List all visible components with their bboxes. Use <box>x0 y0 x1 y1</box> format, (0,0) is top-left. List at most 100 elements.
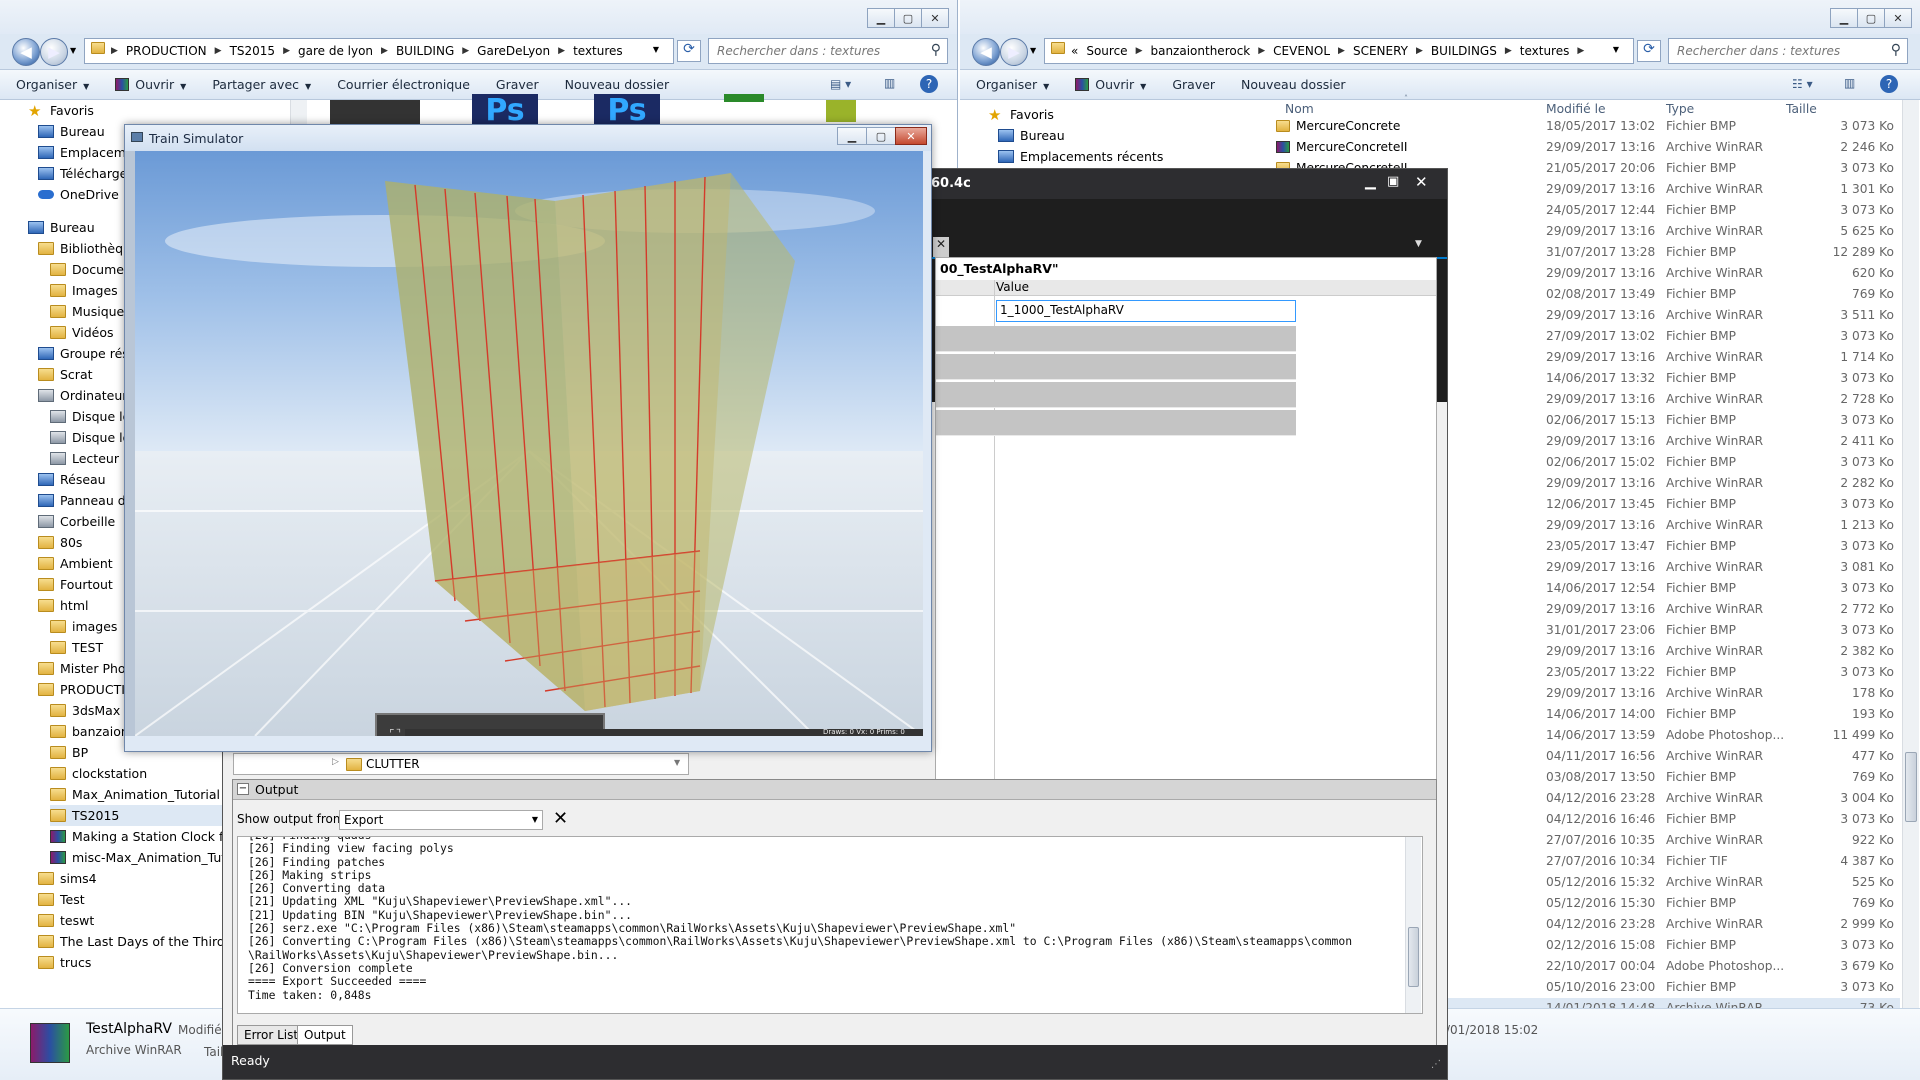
back-arrow-icon[interactable]: ◀ <box>972 38 1000 66</box>
tree-item[interactable]: sims4 <box>38 868 97 889</box>
column-header-name[interactable]: Nom <box>1285 102 1314 116</box>
tree-item[interactable]: images <box>50 616 117 637</box>
history-chevron-icon[interactable]: ▼ <box>70 46 76 55</box>
address-dropdown-icon[interactable]: ▼ <box>1613 45 1619 54</box>
tree-item[interactable]: OneDrive <box>38 184 119 205</box>
tree-item[interactable]: Bureau <box>38 121 105 142</box>
tree-item[interactable]: Scrat <box>38 364 93 385</box>
maximize-button[interactable]: ▢ <box>1857 8 1885 28</box>
column-header-modified[interactable]: Modifié le <box>1546 102 1606 116</box>
tree-item-desktop[interactable]: Bureau <box>998 125 1065 146</box>
property-row[interactable] <box>936 410 1296 436</box>
tree-item[interactable]: 3dsMax <box>50 700 120 721</box>
forward-arrow-icon[interactable]: ▶ <box>1000 38 1028 66</box>
close-button[interactable]: ✕ <box>921 8 949 28</box>
breadcrumb-separator-icon[interactable]: ▶ <box>558 46 565 56</box>
view-options-icon[interactable]: ▤ ▾ <box>830 77 851 91</box>
breadcrumb-separator-icon[interactable]: ▶ <box>1577 46 1584 56</box>
tree-item[interactable]: Max_Animation_Tutorial <box>50 784 220 805</box>
column-header-type[interactable]: Type <box>1666 102 1694 116</box>
file-row[interactable]: MercureConcrete 18/05/2017 13:02 Fichier B… <box>1276 116 1900 137</box>
file-row[interactable]: MercureConcreteII 29/09/2017 13:16 Archive… <box>1276 137 1900 158</box>
help-icon[interactable]: ? <box>920 75 938 93</box>
burn-button[interactable]: Graver <box>496 77 539 92</box>
clear-output-icon[interactable]: ✕ <box>553 808 568 829</box>
breadcrumb-item[interactable]: SCENERY <box>1353 44 1408 58</box>
tree-item[interactable]: Test <box>38 889 85 910</box>
scrollbar-thumb[interactable] <box>1905 752 1917 822</box>
preview-pane-icon[interactable]: ▥ <box>884 76 895 90</box>
photoshop-file-icon[interactable]: Ps <box>594 94 660 128</box>
tree-item[interactable]: clockstation <box>50 763 147 784</box>
property-row[interactable] <box>936 354 1296 380</box>
tree-item-recent[interactable]: Emplacements récents <box>998 146 1163 164</box>
organize-button[interactable]: Organiser ▼ <box>976 77 1049 92</box>
tree-item[interactable]: 80s <box>38 532 82 553</box>
maximize-button[interactable]: ▢ <box>866 127 896 145</box>
breadcrumb-separator-icon[interactable]: ▶ <box>1416 46 1423 56</box>
refresh-icon[interactable]: ⟳ <box>677 40 701 62</box>
scroll-down-icon[interactable]: ▼ <box>674 758 680 767</box>
breadcrumb-item[interactable]: PRODUCTION <box>126 44 207 58</box>
tree-item[interactable]: teswt <box>38 910 94 931</box>
tree-item[interactable]: Ambient <box>38 553 113 574</box>
breadcrumb-separator-icon[interactable]: ▶ <box>462 46 469 56</box>
column-header-size[interactable]: Taille <box>1786 102 1817 116</box>
3d-viewport[interactable]: ⛶ ↻ ⤢ ▣ ⌂ ✺ ◉ ⌗ ⚙ Draws: 0 Vx: 0 Prims: … <box>135 151 923 736</box>
back-arrow-icon[interactable]: ◀ <box>12 38 40 66</box>
left-search-input[interactable]: Rechercher dans : textures ⚲ <box>708 38 948 64</box>
tree-folder-clutter[interactable]: CLUTTER <box>366 757 420 771</box>
tab-error-list[interactable]: Error List <box>237 1025 306 1045</box>
property-row[interactable] <box>936 326 1296 352</box>
email-button[interactable]: Courrier électronique <box>337 77 470 92</box>
right-list-scrollbar[interactable] <box>1902 100 1919 1018</box>
tree-item[interactable]: TEST <box>50 637 103 658</box>
breadcrumb-item[interactable]: banzaiontherock <box>1150 44 1250 58</box>
preview-pane-icon[interactable]: ▥ <box>1844 76 1855 90</box>
tree-item[interactable]: Ordinateur <box>38 385 127 406</box>
tree-item[interactable]: Corbeille <box>38 511 115 532</box>
burn-button[interactable]: Graver <box>1172 77 1215 92</box>
minimize-button[interactable]: ▁ <box>1365 174 1376 190</box>
breadcrumb-item[interactable]: gare de lyon <box>298 44 373 58</box>
breadcrumb-separator-icon[interactable]: ▶ <box>1136 46 1143 56</box>
tab-output[interactable]: Output <box>297 1025 353 1045</box>
tree-item[interactable]: BP <box>50 742 88 763</box>
minimize-button[interactable]: ▁ <box>867 8 895 28</box>
close-button[interactable]: ✕ <box>1415 173 1428 191</box>
open-button[interactable]: Ouvrir ▼ <box>1075 77 1146 92</box>
expand-arrow-icon[interactable]: ▷ <box>332 757 339 767</box>
share-with-button[interactable]: Partager avec ▼ <box>212 77 311 92</box>
breadcrumb-item[interactable]: textures <box>1520 44 1570 58</box>
history-chevron-icon[interactable]: ▼ <box>1030 46 1036 55</box>
minimize-button[interactable]: ▁ <box>1830 8 1858 28</box>
breadcrumb-item[interactable]: BUILDING <box>396 44 454 58</box>
name-value-field[interactable]: 1_1000_TestAlphaRV <box>996 300 1296 322</box>
organize-button[interactable]: Organiser ▼ <box>16 77 89 92</box>
breadcrumb-item[interactable]: TS2015 <box>230 44 276 58</box>
tree-item[interactable]: Images <box>50 280 118 301</box>
search-icon[interactable]: ⚲ <box>1891 42 1901 58</box>
view-options-icon[interactable]: ☷ ▾ <box>1792 77 1813 91</box>
tree-item[interactable]: Fourtout <box>38 574 113 595</box>
breadcrumb-item[interactable]: textures <box>573 44 623 58</box>
new-folder-button[interactable]: Nouveau dossier <box>1241 77 1345 92</box>
minimize-button[interactable]: ▁ <box>837 127 867 145</box>
tree-item[interactable]: misc-Max_Animation_Tutori <box>50 847 230 868</box>
tree-item[interactable]: html <box>38 595 88 616</box>
tree-item[interactable]: ★ Favoris <box>28 100 94 121</box>
breadcrumb-separator-icon[interactable]: ▶ <box>283 46 290 56</box>
tree-item[interactable]: Réseau <box>38 469 106 490</box>
breadcrumb-separator-icon[interactable]: ▶ <box>1338 46 1345 56</box>
new-folder-button[interactable]: Nouveau dossier <box>565 77 669 92</box>
breadcrumb-item[interactable]: GareDeLyon <box>477 44 550 58</box>
maximize-button[interactable]: ▢ <box>894 8 922 28</box>
tree-item[interactable]: The Last Days of the Third Age <box>38 931 230 952</box>
right-address-bar[interactable]: « Source ▶ banzaiontherock ▶ CEVENOL ▶ SCENERY… <box>1044 38 1634 64</box>
breadcrumb-item[interactable]: CEVENOL <box>1273 44 1330 58</box>
breadcrumb-item[interactable]: Source <box>1086 44 1127 58</box>
output-source-select[interactable]: Export ▼ <box>339 810 543 830</box>
tree-item[interactable]: Bureau <box>28 217 95 238</box>
scrollbar-thumb[interactable] <box>1408 927 1419 987</box>
help-icon[interactable]: ? <box>1880 75 1898 93</box>
